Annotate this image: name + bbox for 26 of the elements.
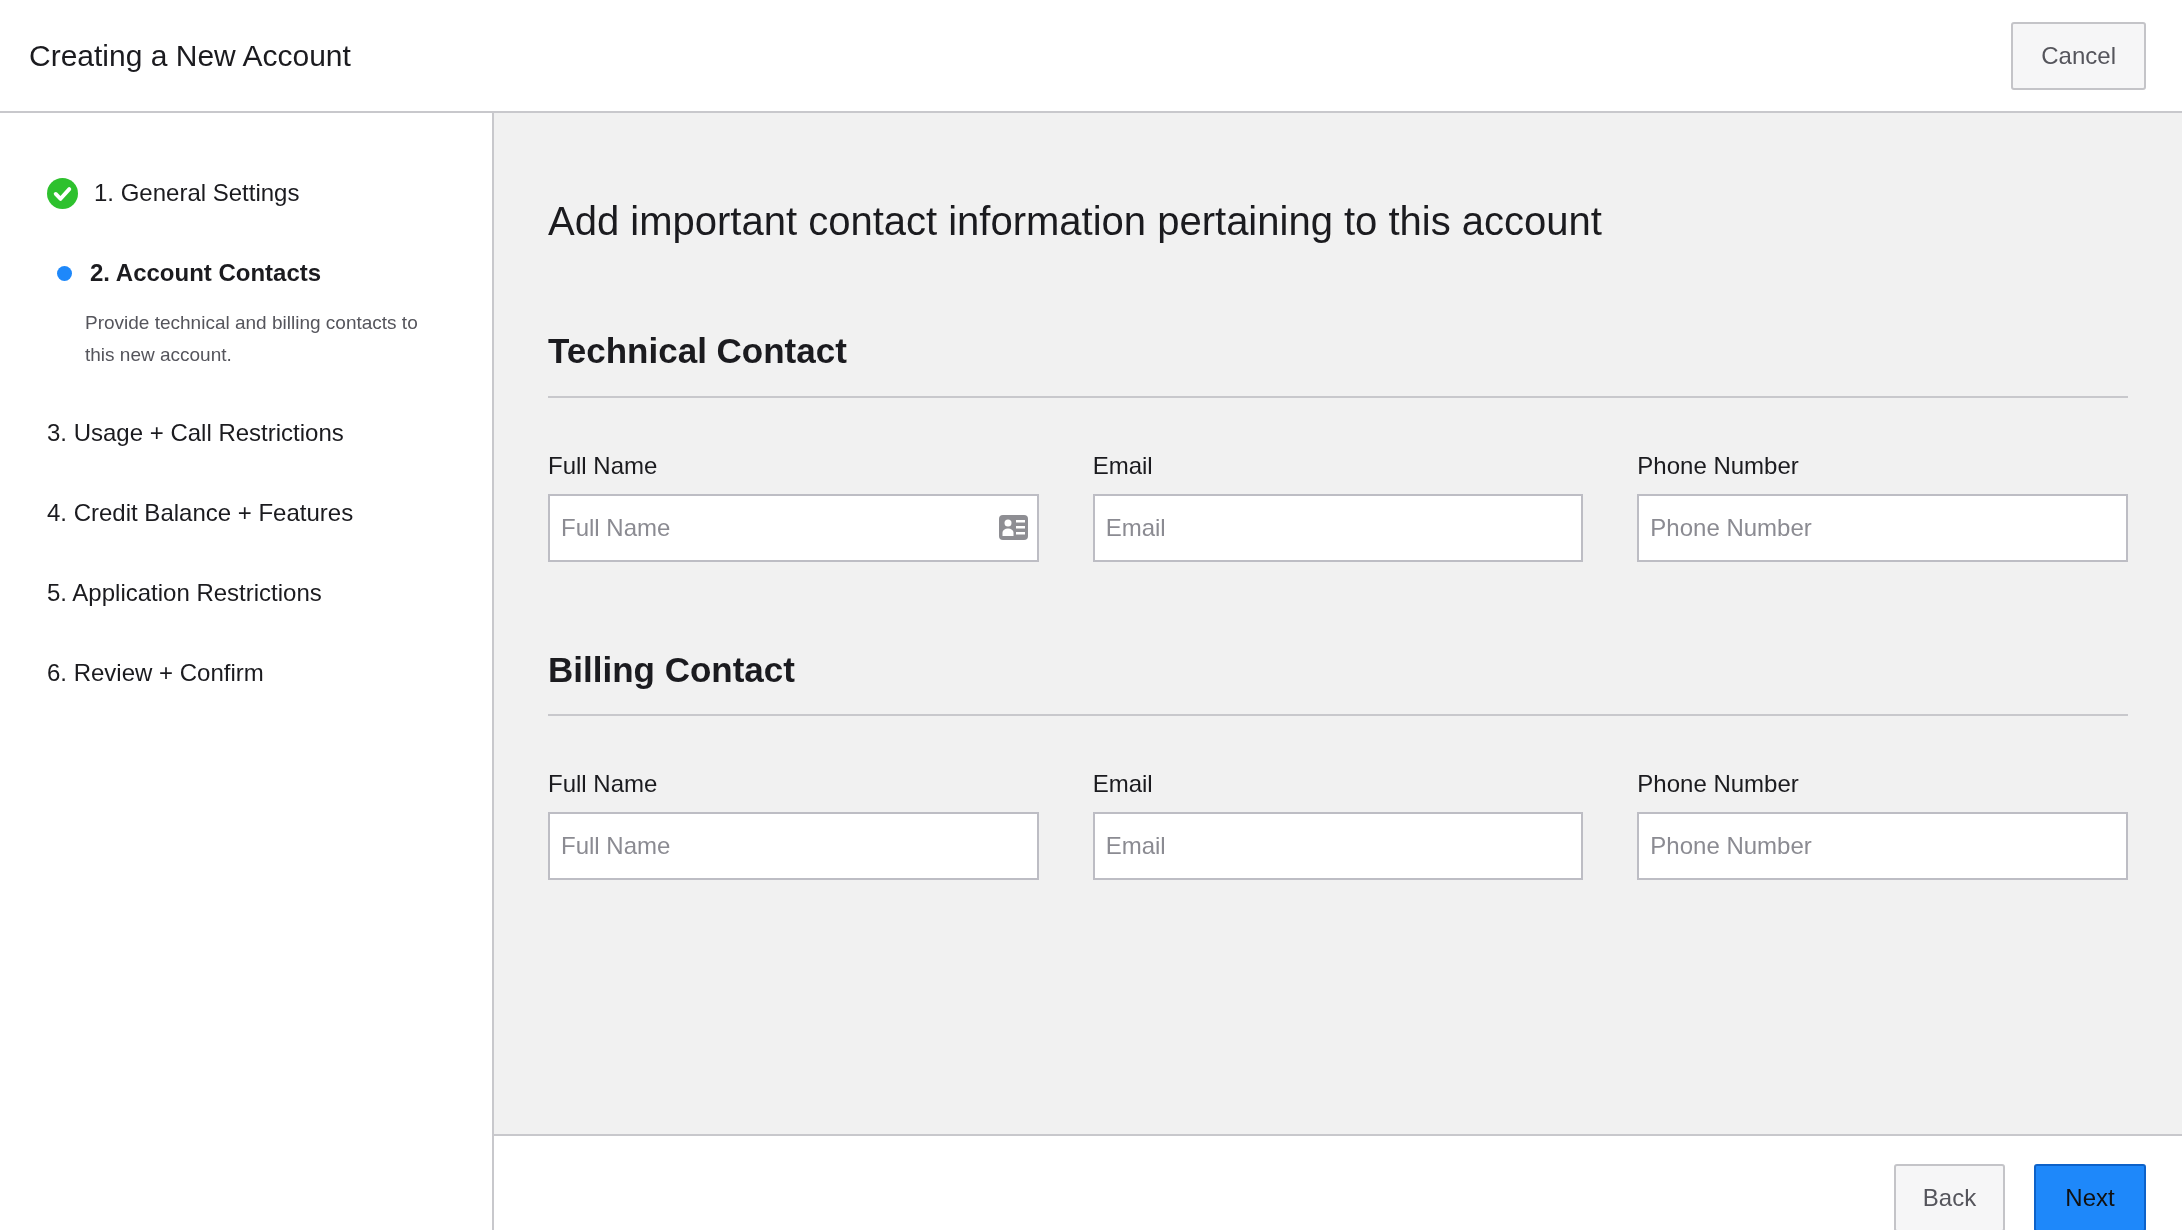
- field-label: Phone Number: [1637, 450, 1800, 481]
- text-field[interactable]: Phone Number: [1637, 812, 2128, 880]
- field-label: Full Name: [548, 769, 659, 799]
- step-description: Provide technical and billing contacts to this new account.: [85, 311, 419, 367]
- text-field[interactable]: Email: [1092, 493, 1584, 562]
- step-link[interactable]: 3. Usage + Call Restrictions: [47, 415, 344, 451]
- section-heading: Billing Contact: [548, 643, 2128, 716]
- cancel-button[interactable]: Cancel: [2011, 21, 2146, 90]
- form-heading: Add important contact information pertaining to this account: [548, 198, 1603, 245]
- field-label: Full Name: [548, 450, 659, 481]
- step-link[interactable]: 4. Credit Balance + Features: [47, 495, 354, 531]
- field-label: Email: [1092, 450, 1154, 481]
- step-link[interactable]: 6. Review + Confirm: [47, 655, 264, 691]
- text-field[interactable]: Full Name: [548, 493, 1039, 562]
- section-heading: Technical Contact: [548, 325, 2128, 398]
- field-label: Phone Number: [1637, 769, 1800, 799]
- text-field[interactable]: Phone Number: [1637, 493, 2128, 562]
- text-field[interactable]: Full Name: [548, 812, 1039, 880]
- step-link[interactable]: 1. General Settings: [94, 175, 300, 211]
- text-field[interactable]: Email: [1092, 812, 1584, 880]
- next-button[interactable]: Next: [2034, 1164, 2146, 1230]
- step-link[interactable]: 2. Account Contacts: [90, 255, 322, 291]
- page-title: Creating a New Account: [29, 38, 351, 74]
- field-label: Email: [1092, 769, 1154, 799]
- step-link[interactable]: 5. Application Restrictions: [47, 575, 322, 611]
- back-button[interactable]: Back: [1894, 1164, 2005, 1230]
